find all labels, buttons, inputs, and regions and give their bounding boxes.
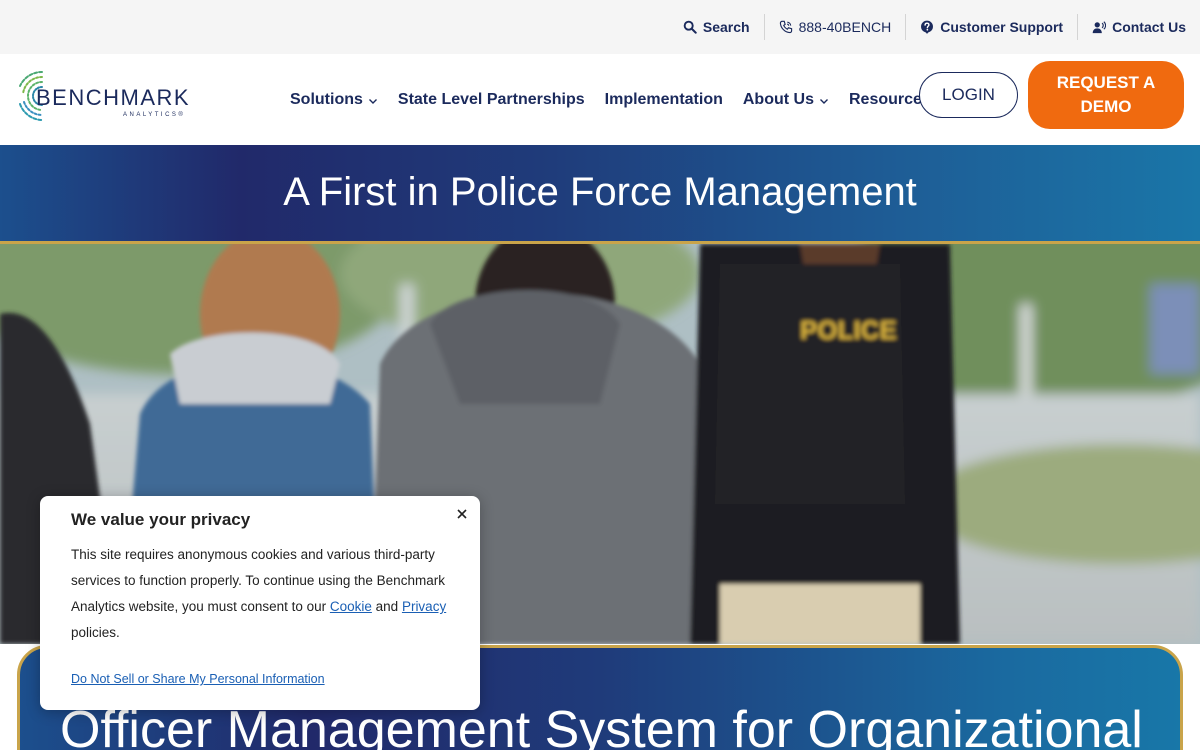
nav-links: Solutions State Level Partnerships Imple… bbox=[290, 54, 966, 145]
logo-subtext: ANALYTICS® bbox=[123, 112, 186, 118]
privacy-body-end: policies. bbox=[71, 625, 120, 640]
utility-search-link[interactable]: Search bbox=[669, 14, 764, 40]
nav-item-label: Solutions bbox=[290, 90, 363, 108]
privacy-policy-link[interactable]: Privacy bbox=[402, 599, 446, 614]
hero-title: A First in Police Force Management bbox=[283, 170, 917, 214]
chevron-down-icon bbox=[819, 98, 828, 104]
hero-band: A First in Police Force Management bbox=[0, 145, 1200, 241]
privacy-title: We value your privacy bbox=[71, 510, 251, 529]
login-button[interactable]: LOGIN bbox=[919, 72, 1018, 118]
nav-item-label: State Level Partnerships bbox=[397, 90, 585, 108]
nav-item-state-level-partnerships[interactable]: State Level Partnerships bbox=[398, 91, 585, 109]
search-label: Search bbox=[702, 19, 750, 35]
main-nav: BENCHMARK ANALYTICS® Solutions State Lev… bbox=[0, 54, 1200, 145]
phone-label: 888-40BENCH bbox=[798, 19, 892, 35]
nav-item-solutions[interactable]: Solutions bbox=[290, 91, 378, 109]
contact-label: Contact Us bbox=[1112, 19, 1186, 35]
support-label: Customer Support bbox=[940, 19, 1064, 35]
request-demo-button[interactable]: REQUEST A DEMO bbox=[1028, 61, 1184, 129]
utility-phone-link[interactable]: 888-40BENCH bbox=[763, 14, 906, 40]
question-icon bbox=[921, 20, 934, 34]
cookie-policy-link[interactable]: Cookie bbox=[330, 599, 372, 614]
vest-police-text: POLICE bbox=[800, 315, 897, 345]
nav-item-label: Implementation bbox=[604, 90, 723, 108]
demo-label-line1: REQUEST A bbox=[1056, 73, 1156, 92]
do-not-sell-link[interactable]: Do Not Sell or Share My Personal Informa… bbox=[71, 672, 325, 686]
phone-icon bbox=[779, 20, 792, 34]
search-icon bbox=[683, 20, 697, 34]
utility-contact-link[interactable]: Contact Us bbox=[1077, 14, 1186, 40]
privacy-dialog: We value your privacy This site requires… bbox=[40, 496, 480, 710]
privacy-body: This site requires anonymous cookies and… bbox=[71, 542, 456, 646]
close-icon[interactable] bbox=[455, 507, 469, 521]
utility-support-link[interactable]: Customer Support bbox=[905, 14, 1077, 40]
utility-bar: Search 888-40BENCH Customer Support Cont… bbox=[0, 0, 1200, 54]
privacy-body-and: and bbox=[371, 599, 402, 614]
logo[interactable]: BENCHMARK ANALYTICS® bbox=[16, 70, 198, 122]
demo-label-line2: DEMO bbox=[1080, 97, 1132, 116]
logo-wordmark: BENCHMARK bbox=[36, 85, 191, 110]
utility-links: Search 888-40BENCH Customer Support Cont… bbox=[669, 0, 1186, 54]
chevron-down-icon bbox=[368, 98, 377, 104]
nav-item-implementation[interactable]: Implementation bbox=[605, 91, 723, 109]
nav-item-about-us[interactable]: About Us bbox=[743, 91, 829, 109]
nav-item-label: About Us bbox=[742, 90, 814, 108]
contact-icon bbox=[1092, 21, 1107, 34]
